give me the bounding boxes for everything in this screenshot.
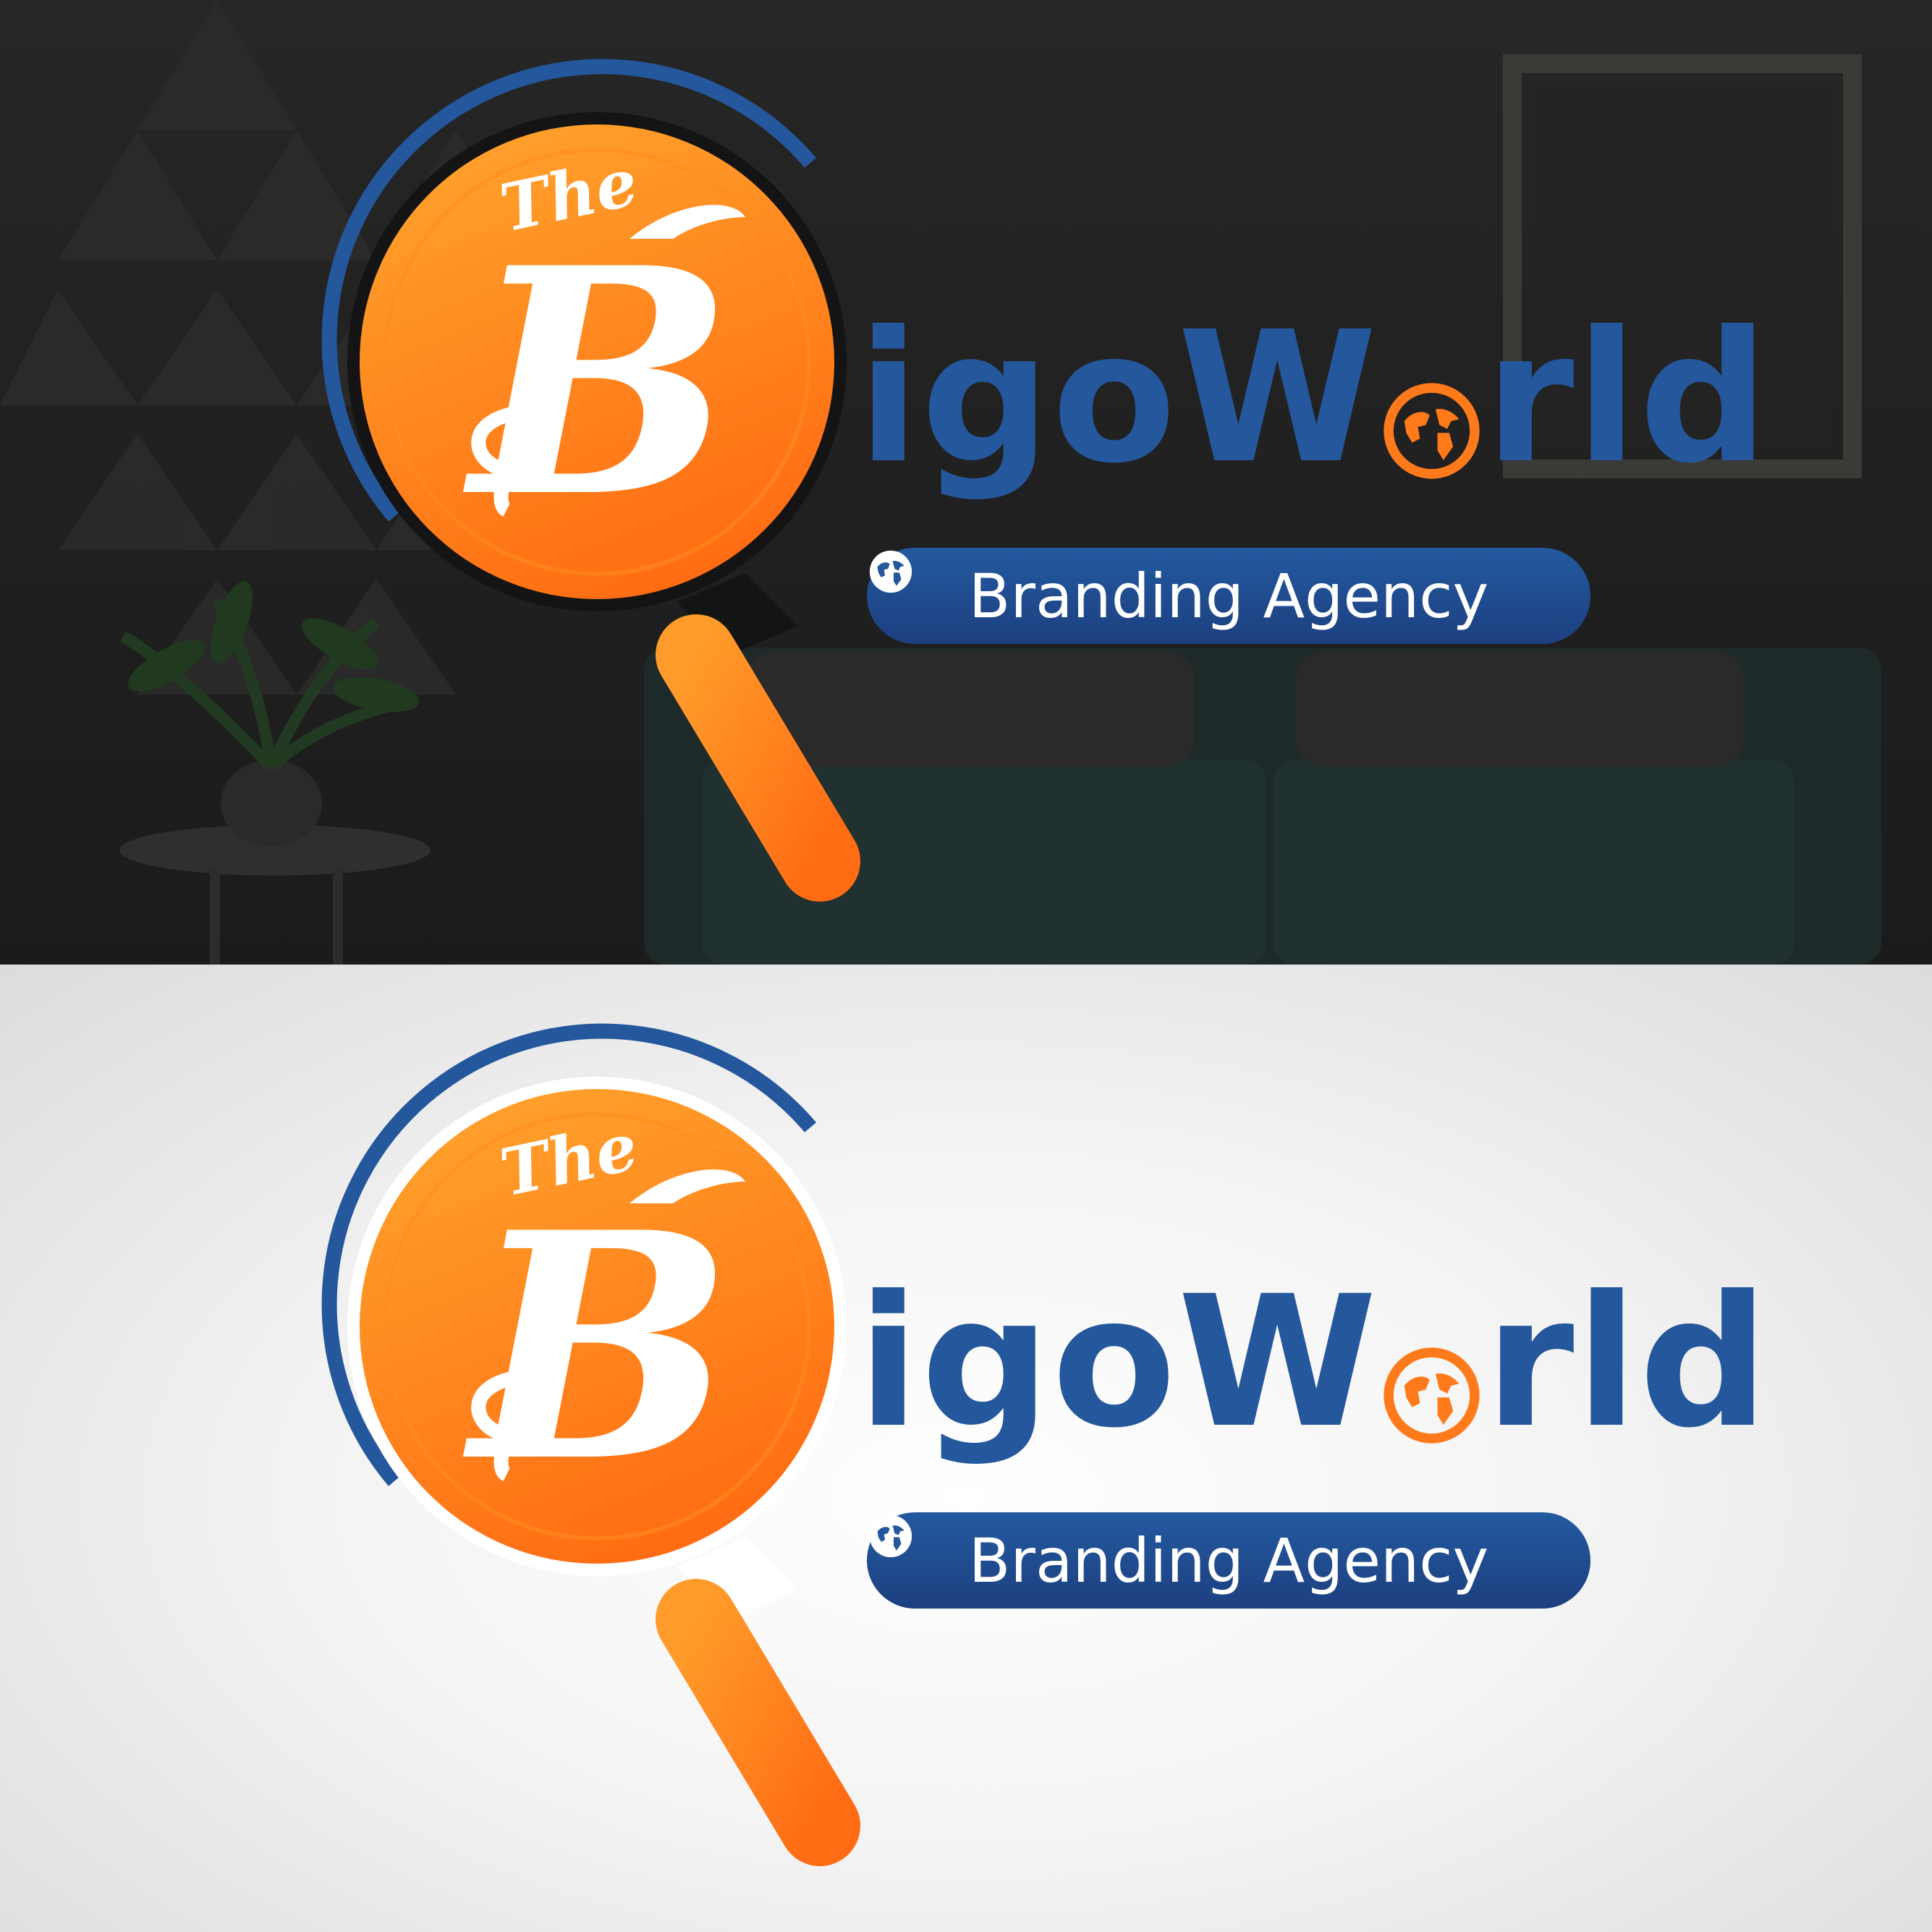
globe-icon bbox=[869, 550, 1552, 620]
wordmark-part-1: igoW bbox=[857, 1257, 1379, 1467]
tagline-pill: Branding Agency bbox=[867, 1512, 1590, 1609]
tagline-pill: Branding Agency bbox=[867, 548, 1590, 644]
tagline: Branding Agency bbox=[968, 560, 1489, 632]
dark-mockup-panel: The B igoW rld Branding Agency bbox=[0, 0, 1932, 965]
tagline: Branding Agency bbox=[968, 1525, 1489, 1596]
light-mockup-panel: The B igoW rld Branding Agency bbox=[0, 965, 1932, 1932]
handle bbox=[656, 614, 860, 902]
handle bbox=[656, 1579, 860, 1866]
wordmark-part-2: rld bbox=[1485, 292, 1771, 503]
globe-icon bbox=[1383, 1347, 1480, 1444]
logo-light: The B igoW rld Branding Agency bbox=[0, 965, 1932, 1929]
wordmark-part-2: rld bbox=[1485, 1257, 1771, 1467]
globe-icon bbox=[1383, 382, 1480, 480]
wordmark: igoW rld bbox=[857, 1272, 1770, 1453]
wordmark: igoW rld bbox=[857, 308, 1770, 488]
wordmark-part-1: igoW bbox=[857, 292, 1379, 503]
globe-icon bbox=[869, 1514, 1552, 1585]
logo-dark: The B igoW rld Branding Agency bbox=[0, 0, 1932, 965]
